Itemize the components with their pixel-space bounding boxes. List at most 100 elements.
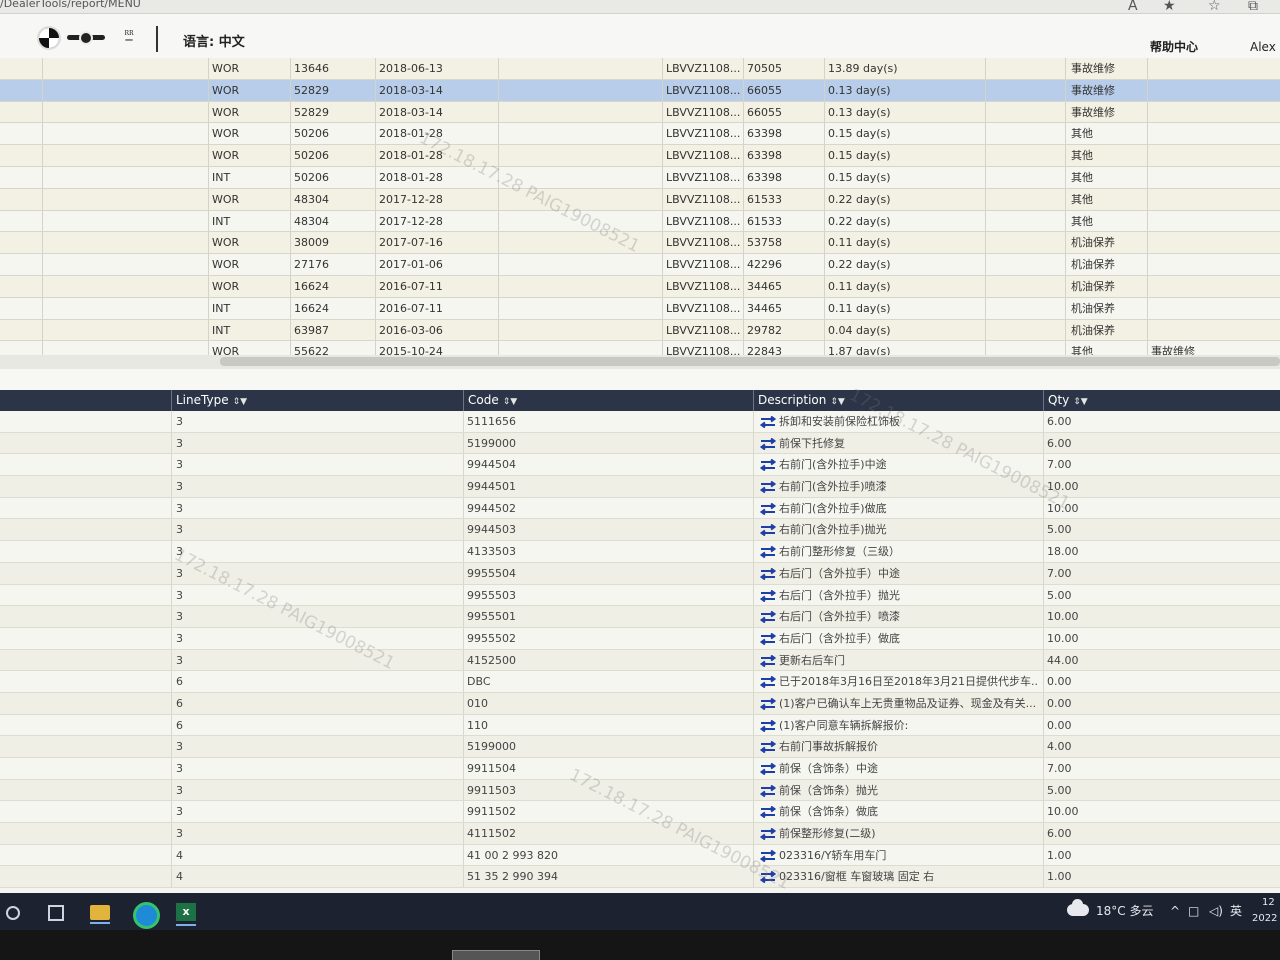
- column-divider: [743, 319, 744, 341]
- cell-linetype: 6: [176, 675, 183, 689]
- task-view-icon[interactable]: [42, 898, 72, 926]
- font-size-icon[interactable]: A: [1128, 0, 1138, 14]
- table-row[interactable]: 3 9911504 前保（含饰条）中途 7.00: [0, 758, 1280, 780]
- header-linetype[interactable]: LineType ⇕▼: [171, 390, 463, 411]
- cell-type: WOR: [212, 279, 240, 293]
- tray-chevron-icon[interactable]: ^: [1170, 893, 1180, 930]
- cell-type: INT: [212, 301, 231, 315]
- table-row[interactable]: WOR 50206 2018-01-28 LBVVZ1108... 63398 0.15 …: [0, 145, 1280, 167]
- swap-arrows-icon[interactable]: [760, 676, 776, 689]
- table-row[interactable]: 3 9955503 右后门（含外拉手）抛光 5.00: [0, 584, 1280, 607]
- volume-icon[interactable]: ◁): [1209, 893, 1223, 930]
- table-row[interactable]: 3 9955502 右后门（含外拉手）做底 10.00: [0, 627, 1280, 650]
- collections-icon[interactable]: ⧉: [1248, 0, 1258, 14]
- horizontal-scrollbar[interactable]: [0, 355, 1280, 369]
- search-icon[interactable]: [2, 898, 32, 926]
- table-row[interactable]: WOR 52829 2018-03-14 LBVVZ1108... 66055 0.13 …: [0, 101, 1280, 124]
- header-description[interactable]: Description ⇕▼: [753, 390, 1043, 411]
- swap-arrows-icon[interactable]: [760, 784, 776, 797]
- table-row[interactable]: 3 5199000 右前门事故拆解报价 4.00: [0, 736, 1280, 758]
- table-row[interactable]: 3 9955501 右后门（含外拉手）喷漆 10.00: [0, 606, 1280, 628]
- cell-no: 13646: [294, 62, 329, 75]
- user-name[interactable]: Alex: [1250, 40, 1276, 54]
- swap-arrows-icon[interactable]: [760, 849, 776, 862]
- star-icon[interactable]: ★: [1163, 0, 1176, 14]
- swap-arrows-icon[interactable]: [760, 806, 776, 819]
- table-row[interactable]: WOR 38009 2017-07-16 LBVVZ1108... 53758 0.11 …: [0, 232, 1280, 255]
- sort-filter-icon[interactable]: ⇕▼: [830, 397, 844, 407]
- edge-browser-icon[interactable]: [130, 898, 160, 929]
- weather-text[interactable]: 18°C 多云: [1096, 893, 1153, 930]
- table-row[interactable]: WOR 27176 2017-01-06 LBVVZ1108... 42296 0.22 …: [0, 254, 1280, 276]
- swap-arrows-icon[interactable]: [760, 524, 776, 537]
- column-divider: [1065, 297, 1066, 319]
- url-text[interactable]: /DealerTools/report/MENU: [0, 0, 141, 10]
- swap-arrows-icon[interactable]: [760, 719, 776, 732]
- header-qty[interactable]: Qty ⇕▼: [1043, 390, 1280, 411]
- column-divider: [208, 166, 209, 188]
- swap-arrows-icon[interactable]: [760, 567, 776, 580]
- ime-indicator[interactable]: 英: [1230, 893, 1242, 930]
- table-row[interactable]: WOR 16624 2016-07-11 LBVVZ1108... 34465 0.11 …: [0, 275, 1280, 298]
- swap-arrows-icon[interactable]: [760, 697, 776, 710]
- swap-arrows-icon[interactable]: [760, 763, 776, 775]
- swap-arrows-icon[interactable]: [760, 589, 776, 602]
- clock-date[interactable]: 2022: [1252, 911, 1277, 930]
- table-row[interactable]: INT 16624 2016-07-11 LBVVZ1108... 34465 0.11 …: [0, 297, 1280, 320]
- column-divider: [1065, 145, 1066, 166]
- table-row[interactable]: INT 63987 2016-03-06 LBVVZ1108... 29782 0.04 …: [0, 319, 1280, 342]
- swap-arrows-icon[interactable]: [760, 546, 776, 559]
- sort-filter-icon[interactable]: ⇕▼: [233, 397, 247, 407]
- table-row[interactable]: WOR 52829 2018-03-14 LBVVZ1108... 66055 0.13 …: [0, 79, 1280, 102]
- table-row[interactable]: 3 4152500 更新右后车门 44.00: [0, 649, 1280, 672]
- column-divider: [743, 210, 744, 232]
- excel-icon[interactable]: [172, 898, 202, 926]
- table-row[interactable]: 3 9911502 前保（含饰条）做底 10.00: [0, 801, 1280, 824]
- table-row[interactable]: 4 51 35 2 990 394 023316/窗框 车窗玻璃 固定 右 1.00: [0, 866, 1280, 889]
- table-row[interactable]: 3 9955504 右后门（含外拉手）中途 7.00: [0, 562, 1280, 585]
- table-row[interactable]: 3 4111502 前保整形修复(二级) 6.00: [0, 823, 1280, 845]
- network-icon[interactable]: □: [1188, 893, 1199, 930]
- table-row[interactable]: 6 110 (1)客户同意车辆拆解报价: 0.00: [0, 714, 1280, 737]
- cell-code: 41 00 2 993 820: [467, 848, 558, 862]
- swap-arrows-icon[interactable]: [760, 502, 776, 515]
- column-divider: [171, 692, 172, 714]
- sort-filter-icon[interactable]: ⇕▼: [503, 397, 517, 407]
- cell-code: 9944504: [467, 458, 516, 472]
- swap-arrows-icon[interactable]: [760, 654, 776, 667]
- table-row[interactable]: 3 9944504 右前门(含外拉手)中途 7.00: [0, 454, 1280, 477]
- table-row[interactable]: WOR 13646 2018-06-13 LBVVZ1108... 70505 13.89…: [0, 58, 1280, 80]
- swap-arrows-icon[interactable]: [760, 459, 776, 472]
- swap-arrows-icon[interactable]: [760, 741, 776, 754]
- swap-arrows-icon[interactable]: [760, 871, 776, 884]
- help-center-link[interactable]: 帮助中心: [1150, 38, 1198, 55]
- table-row[interactable]: 3 5199000 前保下托修复 6.00: [0, 432, 1280, 455]
- table-row[interactable]: 3 9944502 右前门(含外拉手)做底 10.00: [0, 497, 1280, 520]
- swap-arrows-icon[interactable]: [760, 416, 776, 428]
- scrollbar-thumb[interactable]: [220, 357, 1280, 366]
- language-selector[interactable]: 语言: 中文: [183, 31, 245, 50]
- header-code[interactable]: Code ⇕▼: [463, 390, 753, 411]
- weather-cloud-icon[interactable]: [1067, 899, 1089, 916]
- favorites-icon[interactable]: ☆: [1208, 0, 1221, 14]
- table-row[interactable]: INT 48304 2017-12-28 LBVVZ1108... 61533 0.22 …: [0, 210, 1280, 233]
- table-row[interactable]: 3 9944503 右前门(含外拉手)抛光 5.00: [0, 519, 1280, 542]
- swap-arrows-icon[interactable]: [760, 437, 776, 450]
- table-row[interactable]: 3 4133503 右前门整形修复（三级） 18.00: [0, 541, 1280, 563]
- table-row[interactable]: WOR 50206 2018-01-28 LBVVZ1108... 63398 0.15 …: [0, 123, 1280, 146]
- swap-arrows-icon[interactable]: [760, 632, 776, 645]
- table-row[interactable]: WOR 48304 2017-12-28 LBVVZ1108... 61533 0.22 …: [0, 188, 1280, 211]
- swap-arrows-icon[interactable]: [760, 611, 776, 624]
- table-row[interactable]: 3 9911503 前保（含饰条）抛光 5.00: [0, 779, 1280, 802]
- sort-filter-icon[interactable]: ⇕▼: [1073, 397, 1087, 407]
- swap-arrows-icon[interactable]: [760, 481, 776, 494]
- table-row[interactable]: 4 41 00 2 993 820 023316/Y轿车用车门 1.00: [0, 844, 1280, 867]
- swap-arrows-icon[interactable]: [760, 828, 776, 841]
- file-explorer-icon[interactable]: [86, 898, 116, 926]
- table-row[interactable]: 3 9944501 右前门(含外拉手)喷漆 10.00: [0, 476, 1280, 498]
- cell-code: 5199000: [467, 740, 516, 754]
- table-row[interactable]: 6 010 (1)客户已确认车上无贵重物品及证券、现金及有关... 0.00: [0, 692, 1280, 715]
- table-row[interactable]: 3 5111656 拆卸和安装前保险杠饰板 6.00: [0, 411, 1280, 433]
- table-row[interactable]: 6 DBC 已于2018年3月16日至2018年3月21日提供代步车... 0.00: [0, 671, 1280, 693]
- table-row[interactable]: INT 50206 2018-01-28 LBVVZ1108... 63398 0.15 …: [0, 166, 1280, 189]
